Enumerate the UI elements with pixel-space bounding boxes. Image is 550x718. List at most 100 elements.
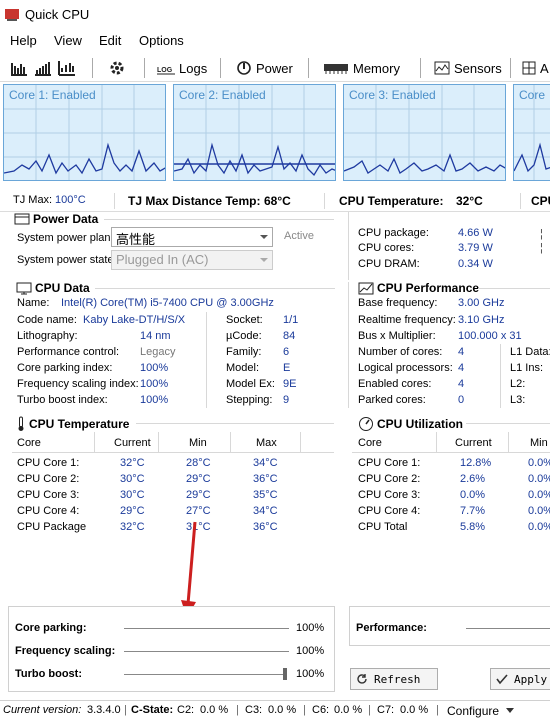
refresh-label: Refresh <box>374 672 421 686</box>
c6-label: C6: <box>312 704 330 716</box>
power-state-label: System power state: <box>17 254 117 266</box>
refresh-button[interactable]: Refresh <box>350 668 438 690</box>
refresh-icon <box>357 674 367 684</box>
tjmax-value: 100°C <box>55 194 86 206</box>
logical-processors-value: 4 <box>458 362 465 374</box>
chart-view-2-button[interactable] <box>34 58 56 78</box>
gear-icon <box>110 61 124 75</box>
c7-value: 0.0 % <box>400 704 429 716</box>
memory-button[interactable]: Memory <box>323 58 400 78</box>
bus-multiplier-value: 100.000 x 31 <box>458 330 522 342</box>
version-value: 3.3.4.0 <box>87 704 121 716</box>
power-plan-status: Active <box>284 230 314 242</box>
title-bar: Quick CPU <box>0 0 550 30</box>
socket-value: 1/1 <box>283 314 299 326</box>
enabled-cores-value: 4 <box>458 378 465 390</box>
cpu-cores-power-label: CPU cores: <box>358 242 415 254</box>
power-plan-value: 高性能 <box>116 232 156 247</box>
gauge-icon <box>359 417 373 431</box>
settings-button[interactable] <box>108 58 130 78</box>
power-button[interactable]: Power <box>236 58 293 78</box>
perf-control-label: Performance control: <box>17 346 120 358</box>
chart-view-1-button[interactable] <box>10 58 32 78</box>
cpu-temperature-value: 32°C <box>456 194 483 208</box>
tjmax-label: TJ Max: <box>13 194 53 206</box>
temperature-summary-bar: TJ Max: 100°C TJ Max Distance Temp: 68°C… <box>0 190 550 212</box>
core-graph-1: Core 1: Enabled <box>3 84 166 181</box>
status-bar: Current version: 3.3.4.0 | C-State: C2: … <box>0 700 550 718</box>
codename-value: Kaby Lake-DT/H/S/X <box>83 314 186 326</box>
menu-view[interactable]: View <box>54 33 82 48</box>
l1-data-label: L1 Data: <box>510 346 550 358</box>
memory-label: Memory <box>353 60 400 76</box>
sensor-graph-icon <box>434 61 450 75</box>
cpu-temperature-label: CPU Temperature: <box>339 194 444 208</box>
memory-icon <box>324 64 348 74</box>
core-graph-label: Core 3: Enabled <box>349 88 436 102</box>
parking-index-value: 100% <box>140 362 169 374</box>
thermometer-icon <box>18 416 24 431</box>
monitor-icon <box>16 282 32 294</box>
c2-value: 0.0 % <box>200 704 229 716</box>
checkmark-icon <box>496 674 508 685</box>
power-data-title: Power Data <box>14 212 98 226</box>
core-parking-label: Core parking: <box>15 622 87 634</box>
l1-ins-label: L1 Ins: <box>510 362 544 374</box>
overflow-toolbar-button[interactable]: A <box>522 58 549 78</box>
ucode-value: 84 <box>283 330 296 342</box>
realtime-frequency-value: 3.10 GHz <box>458 314 505 326</box>
c6-value: 0.0 % <box>334 704 363 716</box>
c3-value: 0.0 % <box>268 704 297 716</box>
sensors-button[interactable]: Sensors <box>434 58 502 78</box>
cpu-package-power-value: 4.66 W <box>458 227 493 239</box>
chevron-down-icon <box>260 235 268 239</box>
enabled-cores-label: Enabled cores: <box>358 378 432 390</box>
tj-cut-label: CPU <box>531 194 550 208</box>
app-icon <box>5 9 19 21</box>
core-graph-3: Core 3: Enabled <box>343 84 506 181</box>
core-graph-2: Core 2: Enabled <box>173 84 336 181</box>
menu-options[interactable]: Options <box>139 33 184 48</box>
temp-header-current: Current <box>114 437 151 449</box>
perf-control-value: Legacy <box>140 346 176 358</box>
cpu-package-power-label: CPU package: <box>358 227 429 239</box>
parked-cores-value: 0 <box>458 394 465 406</box>
chevron-down-icon <box>506 708 514 713</box>
cpu-utilization-title: CPU Utilization <box>358 416 463 432</box>
log-icon: LOG <box>157 67 175 75</box>
grid-icon <box>522 61 536 75</box>
freq-index-label: Frequency scaling index: <box>17 378 139 390</box>
cpu-cores-power-value: 3.79 W <box>458 242 493 254</box>
performance-slider[interactable] <box>466 628 550 629</box>
cpu-data-title: CPU Data <box>16 281 90 295</box>
turbo-boost-label: Turbo boost: <box>15 668 82 680</box>
c2-label: C2: <box>177 704 195 716</box>
chart-view-3-button[interactable] <box>58 58 80 78</box>
tjmax-distance-value: 68°C <box>264 194 291 208</box>
base-frequency-label: Base frequency: <box>358 297 438 309</box>
stepping-label: Stepping: <box>226 394 273 406</box>
line-chart-icon <box>58 61 75 76</box>
slider-thumb[interactable] <box>283 668 287 680</box>
model-ex-value: 9E <box>283 378 297 390</box>
temp-header-core: Core <box>17 437 41 449</box>
cpu-temperature-title: CPU Temperature <box>16 416 129 432</box>
logs-button[interactable]: LOG Logs <box>157 58 207 78</box>
apply-button[interactable]: Apply <box>490 668 550 690</box>
ucode-label: µCode: <box>226 330 262 342</box>
menu-edit[interactable]: Edit <box>99 33 121 48</box>
configure-menu[interactable]: Configure <box>447 704 499 718</box>
power-icon <box>237 61 251 75</box>
core-graphs: Core 1: Enabled Core 2: Enabled Core 3: … <box>0 84 550 184</box>
freq-index-value: 100% <box>140 378 169 390</box>
c3-label: C3: <box>245 704 263 716</box>
base-frequency-value: 3.00 GHz <box>458 297 505 309</box>
menu-help[interactable]: Help <box>10 33 37 48</box>
power-plan-select[interactable]: 高性能 <box>111 227 273 247</box>
frequency-scaling-label: Frequency scaling: <box>15 645 116 657</box>
family-label: Family: <box>226 346 262 358</box>
bus-multiplier-label: Bus x Multiplier: <box>358 330 436 342</box>
version-label: Current version: <box>3 704 82 716</box>
window-icon <box>14 213 30 225</box>
parking-index-label: Core parking index: <box>17 362 113 374</box>
